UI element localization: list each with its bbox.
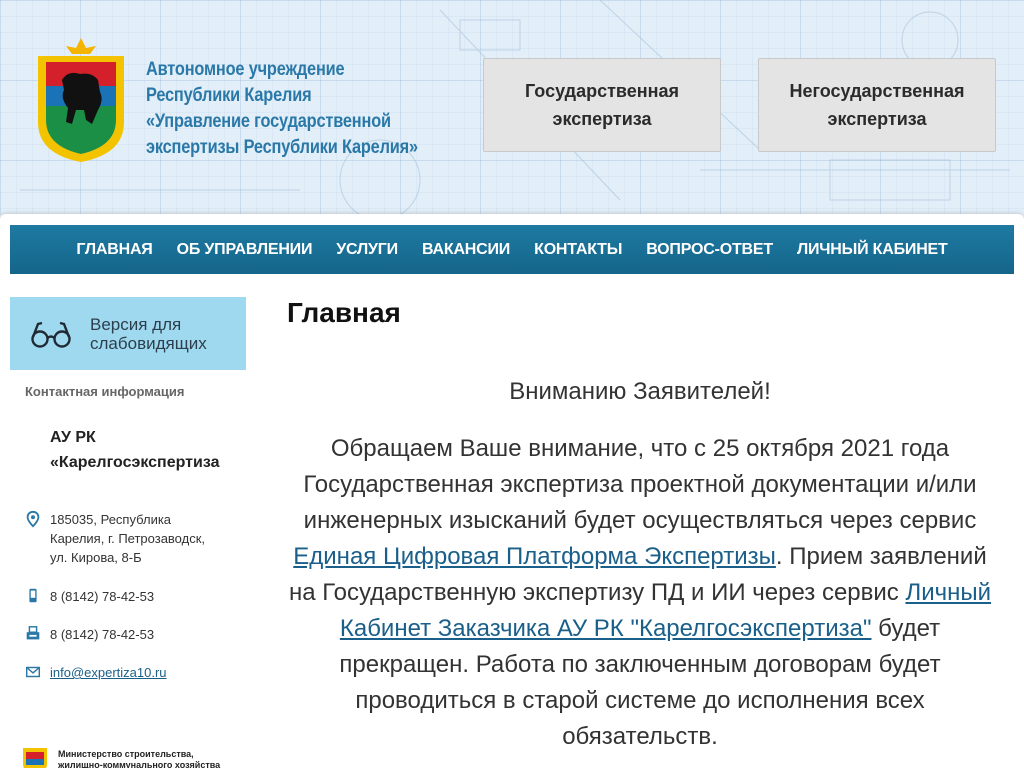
organization-name: Автономное учреждение Республики Карелия… — [146, 57, 418, 161]
address-line: Карелия, г. Петрозаводск, — [50, 531, 206, 546]
mobile-phone-icon — [29, 588, 37, 603]
ministry-name: Министерство строительства, жилищно-комм… — [58, 749, 238, 768]
button-label-line: Государственная — [525, 81, 679, 101]
company-name: АУ РК «Карелгосэкспертиза — [50, 429, 220, 471]
page-title: Главная — [287, 297, 401, 328]
nav-item-personal-account[interactable]: ЛИЧНЫЙ КАБИНЕТ — [797, 241, 948, 259]
address-row: 185035, Республика Карелия, г. Петрозаво… — [23, 510, 205, 567]
envelope-icon — [25, 666, 41, 678]
nav-item-vacancies[interactable]: ВАКАНСИИ — [422, 241, 510, 259]
low-vision-label: Версия для слабовидящих — [90, 314, 207, 353]
non-state-expertise-button[interactable]: Негосударственная экспертиза — [758, 58, 996, 152]
address-line: 185035, Республика — [50, 512, 172, 527]
button-label-line: Негосударственная — [789, 81, 965, 101]
phone-number: 8 (8142) 78-42-53 — [50, 589, 155, 604]
fax-number: 8 (8142) 78-42-53 — [50, 627, 155, 642]
notice-heading: Вниманию Заявителей! — [509, 378, 771, 405]
main-navigation: ГЛАВНАЯ ОБ УПРАВЛЕНИИ УСЛУГИ ВАКАНСИИ КО… — [10, 225, 1014, 274]
phone-row: 8 (8142) 78-42-53 — [23, 587, 154, 606]
nav-item-contacts[interactable]: КОНТАКТЫ — [534, 241, 622, 259]
nav-item-services[interactable]: УСЛУГИ — [336, 241, 398, 259]
org-line: Автономное учреждение — [146, 59, 345, 80]
org-line: Республики Карелия — [146, 85, 312, 106]
ministry-banner[interactable]: Министерство строительства, жилищно-комм… — [20, 744, 238, 768]
location-pin-icon — [26, 510, 40, 528]
address-line: ул. Кирова, 8-Б — [50, 550, 142, 565]
nav-item-faq[interactable]: ВОПРОС-ОТВЕТ — [646, 241, 773, 259]
org-line: «Управление государственной — [146, 111, 391, 132]
karelia-coat-of-arms-logo — [38, 38, 124, 162]
nav-item-home[interactable]: ГЛАВНАЯ — [76, 241, 152, 259]
email-link[interactable]: info@expertiza10.ru — [50, 663, 167, 682]
button-label-line: экспертиза — [552, 109, 652, 129]
unified-digital-platform-link[interactable]: Единая Цифровая Платформа Экспертизы — [293, 543, 776, 570]
ministry-line: Министерство строительства, — [58, 749, 194, 759]
ministry-coat-of-arms-icon — [23, 748, 47, 768]
contact-info-heading: Контактная информация — [25, 384, 185, 399]
low-vision-version-button[interactable]: Версия для слабовидящих — [10, 297, 246, 370]
nav-item-about[interactable]: ОБ УПРАВЛЕНИИ — [177, 241, 313, 259]
fax-icon — [26, 626, 40, 640]
glasses-icon — [31, 321, 71, 348]
button-label-line: экспертиза — [827, 109, 927, 129]
email-row: info@expertiza10.ru — [23, 663, 167, 682]
state-expertise-button[interactable]: Государственная экспертиза — [483, 58, 721, 152]
org-line: экспертизы Республики Карелия» — [146, 137, 418, 158]
fax-row: 8 (8142) 78-42-53 — [23, 625, 154, 644]
site-header: Автономное учреждение Республики Карелия… — [0, 0, 1024, 215]
ministry-line: жилищно-коммунального хозяйства — [58, 760, 221, 768]
address: 185035, Республика Карелия, г. Петрозаво… — [50, 510, 205, 567]
notice-text-part: Обращаем Ваше внимание, что с 25 октября… — [303, 435, 977, 534]
notice-text: Обращаем Ваше внимание, что с 25 октября… — [287, 431, 993, 755]
